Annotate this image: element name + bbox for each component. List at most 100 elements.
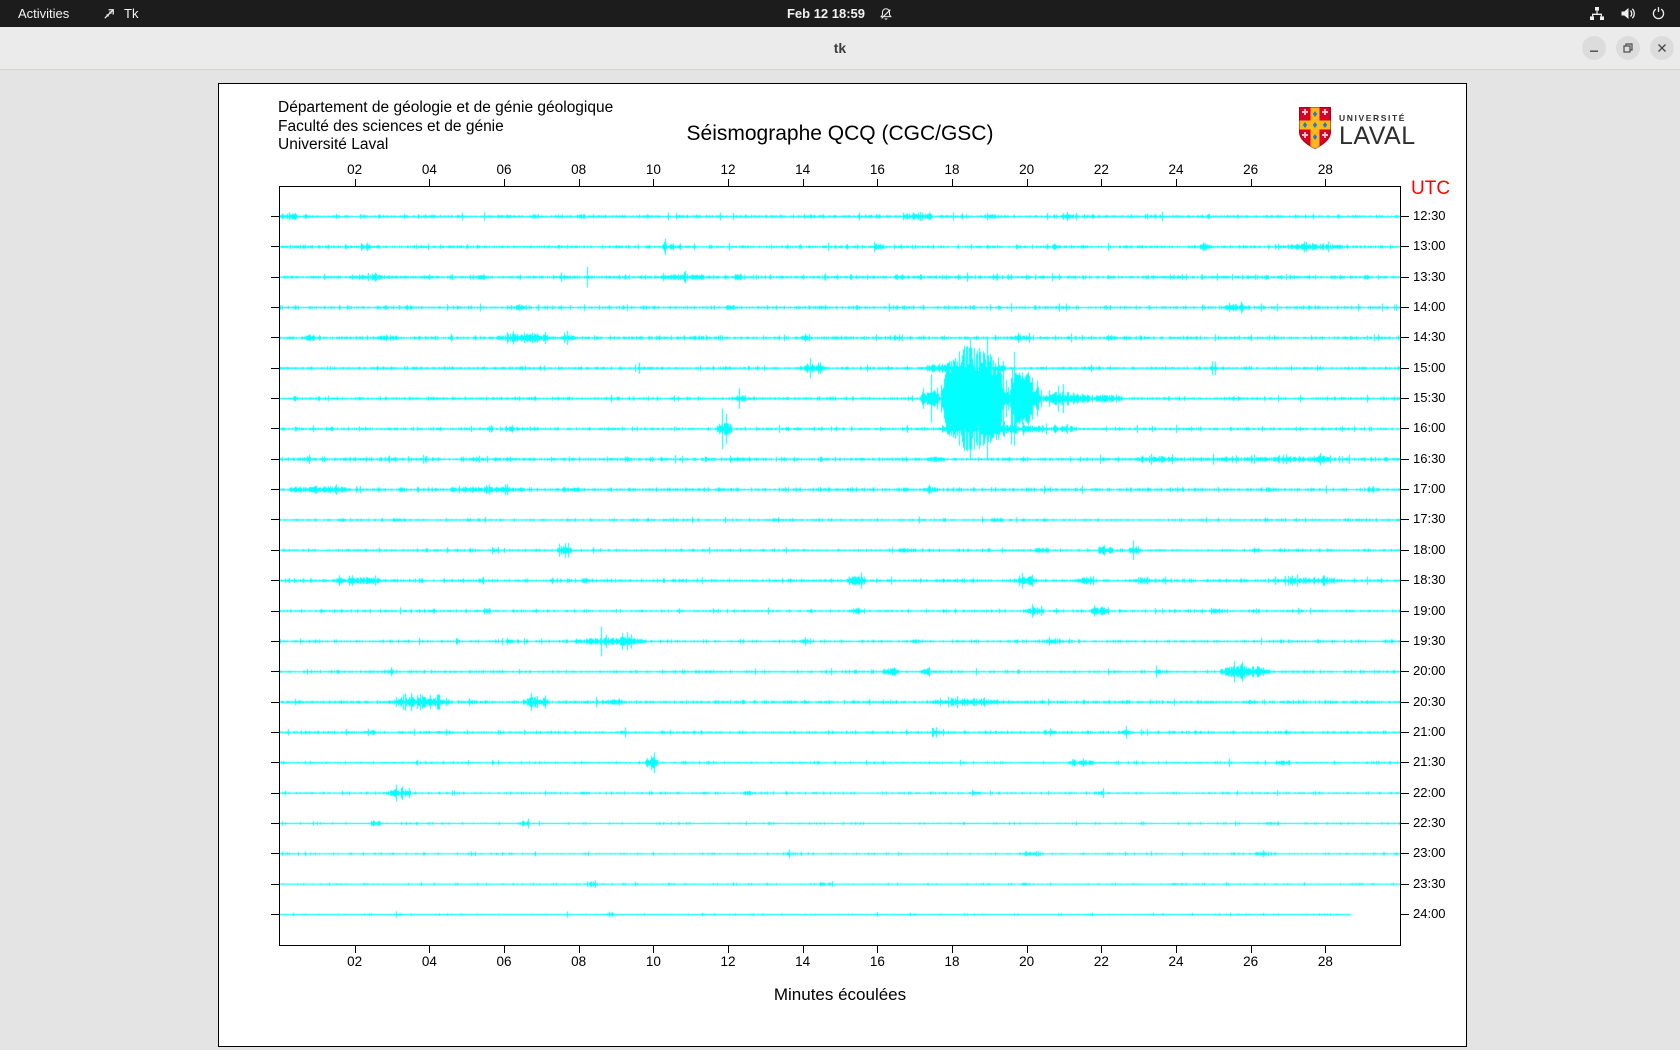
trace-time-label: 20:30 (1413, 694, 1457, 710)
y-tick-right (1401, 459, 1409, 460)
x-tick-label-top: 26 (1231, 162, 1271, 178)
x-tick-label-top: 06 (484, 162, 524, 178)
y-tick-left (271, 519, 279, 520)
x-tick-label-bottom: 26 (1231, 954, 1271, 970)
x-tick-label-top: 08 (559, 162, 599, 178)
x-tick-bottom (429, 946, 430, 953)
x-tick-label-bottom: 10 (633, 954, 673, 970)
x-tick-top (429, 179, 430, 186)
y-tick-right (1401, 853, 1409, 854)
minimize-button[interactable] (1582, 36, 1606, 60)
x-tick-label-top: 18 (932, 162, 972, 178)
x-tick-top (728, 179, 729, 186)
x-tick-bottom (1251, 946, 1252, 953)
x-tick-label-top: 10 (633, 162, 673, 178)
tk-app-indicator[interactable]: Tk (102, 0, 138, 27)
x-tick-bottom (1027, 946, 1028, 953)
x-tick-bottom (1325, 946, 1326, 953)
y-tick-left (271, 246, 279, 247)
x-tick-bottom (877, 946, 878, 953)
trace-time-label: 21:30 (1413, 754, 1457, 770)
x-tick-label-bottom: 22 (1081, 954, 1121, 970)
y-tick-left (271, 641, 279, 642)
volume-icon (1620, 6, 1636, 21)
trace-time-label: 16:30 (1413, 451, 1457, 467)
system-status-area[interactable] (1589, 0, 1666, 27)
activities-button[interactable]: Activities (12, 0, 75, 27)
y-tick-right (1401, 368, 1409, 369)
y-tick-left (271, 671, 279, 672)
x-tick-label-top: 28 (1305, 162, 1345, 178)
trace-time-label: 13:30 (1413, 269, 1457, 285)
y-tick-right (1401, 671, 1409, 672)
y-tick-left (271, 277, 279, 278)
x-tick-label-bottom: 20 (1007, 954, 1047, 970)
x-tick-bottom (355, 946, 356, 953)
y-tick-right (1401, 611, 1409, 612)
y-tick-right (1401, 793, 1409, 794)
x-tick-label-bottom: 18 (932, 954, 972, 970)
trace-time-label: 15:00 (1413, 360, 1457, 376)
trace-time-label: 23:00 (1413, 845, 1457, 861)
trace-time-label: 19:00 (1413, 603, 1457, 619)
trace-time-label: 14:30 (1413, 329, 1457, 345)
y-tick-right (1401, 823, 1409, 824)
x-tick-top (355, 179, 356, 186)
trace-time-label: 19:30 (1413, 633, 1457, 649)
trace-time-label: 22:30 (1413, 815, 1457, 831)
y-tick-right (1401, 277, 1409, 278)
address-line-1: Département de géologie et de génie géol… (278, 99, 613, 118)
x-tick-label-top: 22 (1081, 162, 1121, 178)
trace-time-label: 14:00 (1413, 299, 1457, 315)
y-tick-left (271, 702, 279, 703)
x-tick-label-top: 02 (335, 162, 375, 178)
page-title: Séismographe QCQ (CGC/GSC) (279, 122, 1401, 146)
notifications-muted-icon (879, 7, 893, 21)
x-tick-top (653, 179, 654, 186)
x-tick-bottom (1176, 946, 1177, 953)
trace-time-label: 23:30 (1413, 876, 1457, 892)
y-tick-right (1401, 428, 1409, 429)
y-tick-right (1401, 641, 1409, 642)
y-tick-right (1401, 398, 1409, 399)
y-tick-right (1401, 216, 1409, 217)
y-tick-right (1401, 337, 1409, 338)
tk-feather-icon (102, 6, 117, 21)
x-tick-bottom (653, 946, 654, 953)
laval-shield-icon (1298, 106, 1332, 155)
y-tick-left (271, 762, 279, 763)
power-icon (1651, 6, 1666, 21)
x-tick-top (1176, 179, 1177, 186)
y-tick-right (1401, 519, 1409, 520)
x-tick-top (504, 179, 505, 186)
y-tick-left (271, 428, 279, 429)
clock-label: Feb 12 18:59 (787, 6, 865, 21)
trace-time-label: 18:00 (1413, 542, 1457, 558)
y-tick-left (271, 732, 279, 733)
y-tick-left (271, 307, 279, 308)
x-tick-top (1251, 179, 1252, 186)
close-button[interactable] (1650, 36, 1674, 60)
maximize-button[interactable] (1616, 36, 1640, 60)
x-tick-top (1325, 179, 1326, 186)
trace-time-label: 15:30 (1413, 390, 1457, 406)
window-controls (1582, 36, 1674, 60)
y-tick-right (1401, 307, 1409, 308)
x-tick-label-top: 12 (708, 162, 748, 178)
y-tick-left (271, 793, 279, 794)
y-tick-right (1401, 914, 1409, 915)
y-tick-left (271, 216, 279, 217)
clock-menu[interactable]: Feb 12 18:59 (787, 0, 893, 27)
x-tick-label-top: 24 (1156, 162, 1196, 178)
x-tick-label-bottom: 02 (335, 954, 375, 970)
y-tick-left (271, 337, 279, 338)
window-titlebar[interactable]: tk (0, 27, 1680, 70)
plot-area (279, 186, 1401, 946)
laval-wordmark: UNIVERSITÉ LAVAL (1339, 113, 1416, 149)
x-tick-top (1027, 179, 1028, 186)
x-axis-title: Minutes écoulées (279, 985, 1401, 1005)
trace-time-label: 24:00 (1413, 906, 1457, 922)
x-tick-label-bottom: 04 (409, 954, 449, 970)
universite-laval-logo: UNIVERSITÉ LAVAL (1298, 106, 1416, 155)
y-tick-left (271, 398, 279, 399)
